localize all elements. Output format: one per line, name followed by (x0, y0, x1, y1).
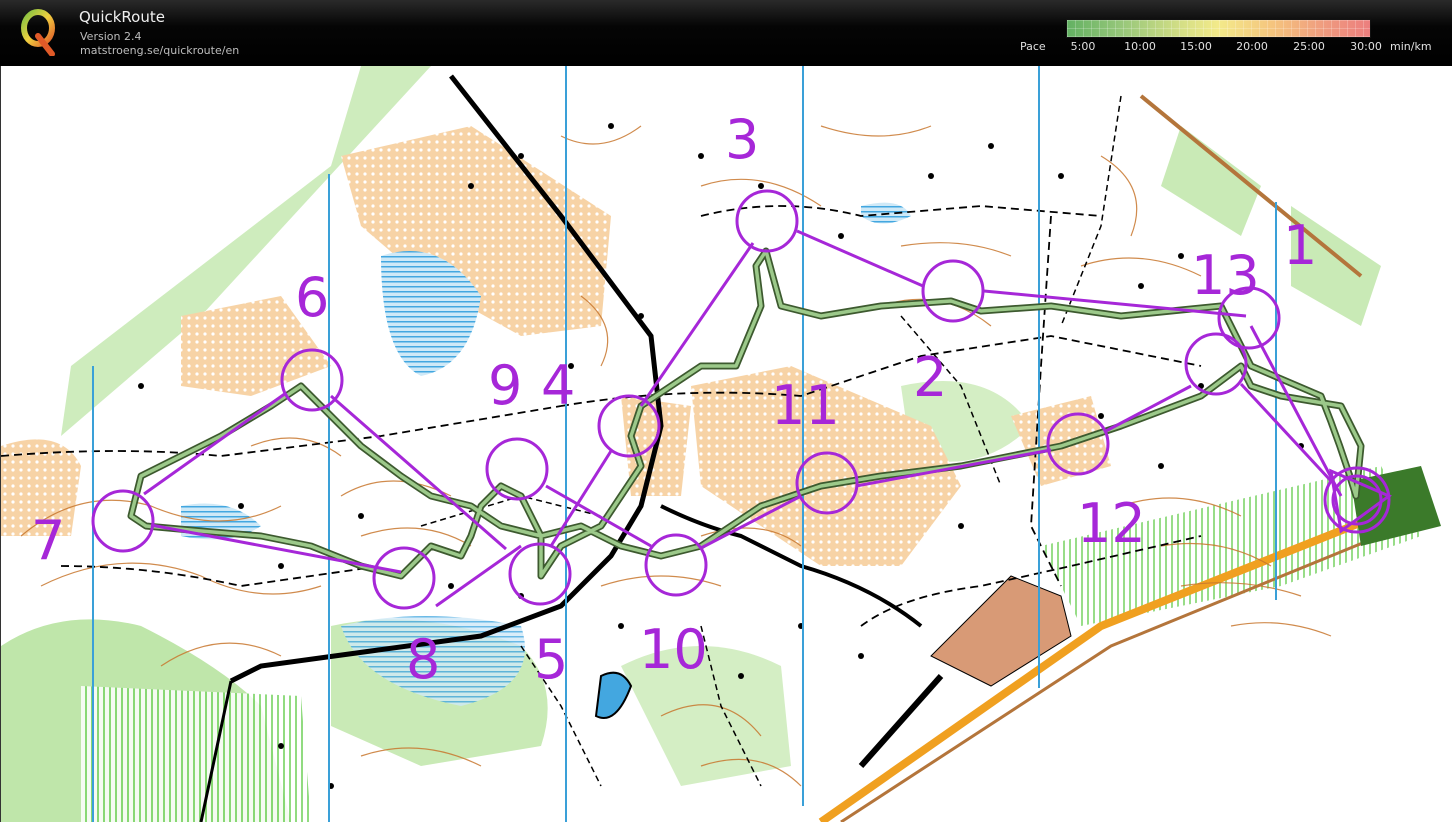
pace-tick: 5:00 (1070, 40, 1096, 53)
app-version: Version 2.4 (80, 30, 142, 43)
pace-tick: 10:00 (1124, 40, 1156, 53)
pace-tick: 25:00 (1293, 40, 1325, 53)
control-number-8: 8 (406, 628, 440, 691)
pace-tick: 15:00 (1180, 40, 1212, 53)
control-number-7: 7 (31, 509, 65, 572)
control-number-6: 6 (295, 266, 329, 329)
control-number-9: 9 (488, 354, 522, 417)
control-number-11: 11 (771, 374, 840, 437)
pace-tick: 20:00 (1236, 40, 1268, 53)
map-canvas: 1 2 3 4 5 6 7 8 9 10 11 12 13 (1, 66, 1452, 822)
control-number-10: 10 (639, 618, 708, 681)
control-number-5: 5 (534, 628, 568, 691)
control-number-3: 3 (725, 108, 759, 171)
pace-label: Pace (1020, 40, 1046, 53)
quickroute-q-logo-icon (21, 9, 55, 56)
pace-unit: min/km (1390, 40, 1432, 53)
control-number-13: 13 (1191, 244, 1260, 307)
control-number-1: 1 (1283, 214, 1317, 277)
control-number-12: 12 (1077, 492, 1146, 555)
control-number-2: 2 (913, 346, 947, 409)
control-number-4: 4 (541, 354, 575, 417)
pace-color-scale (1066, 19, 1371, 38)
orienteering-map[interactable]: 1 2 3 4 5 6 7 8 9 10 11 12 13 (0, 66, 1452, 822)
pace-tick: 30:00 (1350, 40, 1382, 53)
app-header: QuickRoute Version 2.4 matstroeng.se/qui… (0, 0, 1452, 66)
app-title: QuickRoute (79, 8, 165, 26)
app-url-link[interactable]: matstroeng.se/quickroute/en (80, 44, 239, 57)
